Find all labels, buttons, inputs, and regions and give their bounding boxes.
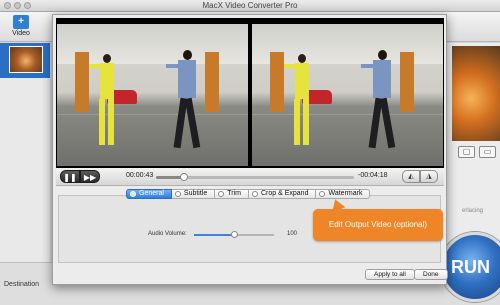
fast-forward-button[interactable]: ▶▶ — [80, 170, 100, 183]
output-video — [252, 24, 443, 166]
tab-radio-icon — [174, 191, 181, 197]
tab-label: Trim — [227, 190, 241, 197]
thumbnail-image — [9, 46, 43, 73]
audio-volume-slider[interactable] — [194, 231, 274, 238]
playback-buttons: ❚❚ ▶▶ — [60, 170, 100, 183]
video-preview — [56, 18, 444, 168]
tab-subtitle[interactable]: Subtitle — [171, 189, 216, 199]
preview-buttons: ▢ ▭ — [458, 146, 496, 158]
tab-radio-icon — [319, 191, 326, 197]
tab-radio-icon — [252, 191, 258, 197]
seek-handle[interactable] — [179, 173, 188, 181]
tab-label: General — [139, 190, 164, 197]
app-titlebar: MacX Video Converter Pro — [0, 0, 500, 12]
tab-label: Watermark — [328, 190, 363, 197]
tab-radio-icon — [218, 191, 225, 197]
window-controls[interactable] — [4, 2, 31, 9]
apply-to-all-button[interactable]: Apply to all — [365, 269, 415, 280]
tab-label: Crop & Expand — [261, 190, 309, 197]
tab-trim[interactable]: Trim — [215, 189, 249, 199]
edit-tabs: General Subtitle Trim Crop & Expand Wate… — [126, 189, 371, 199]
audio-volume-fill — [194, 234, 234, 236]
tab-crop-expand[interactable]: Crop & Expand — [249, 189, 317, 199]
edit-output-callout: Edit Output Video (optional) — [313, 209, 443, 241]
original-video — [57, 24, 248, 166]
file-thumbnail[interactable] — [0, 43, 50, 78]
add-video-label: Video — [12, 30, 30, 37]
audio-volume-handle[interactable] — [231, 231, 238, 238]
rotate-icon[interactable]: ◭ — [402, 170, 420, 183]
tab-general[interactable]: General — [126, 189, 172, 199]
done-button[interactable]: Done — [414, 269, 448, 280]
tab-radio-icon — [130, 191, 136, 197]
deinterlacing-label: erlacing — [462, 208, 484, 214]
pause-button[interactable]: ❚❚ — [60, 170, 80, 183]
current-time: 00:00:43 — [126, 172, 154, 179]
tab-label: Subtitle — [183, 190, 208, 197]
folder-icon[interactable]: ▭ — [479, 146, 496, 158]
preview-image — [452, 46, 500, 141]
add-video-button[interactable]: + Video — [6, 14, 36, 42]
seek-bar[interactable] — [156, 173, 354, 181]
tab-watermark[interactable]: Watermark — [316, 189, 371, 199]
transform-buttons: ◭ ◮ — [402, 170, 438, 183]
film-icon: + — [13, 15, 29, 29]
audio-volume-value: 100 — [287, 231, 298, 237]
audio-volume-label: Audio Volume: — [148, 231, 187, 237]
playback-controls: ❚❚ ▶▶ 00:00:43 -00:04:18 ◭ ◮ — [56, 168, 444, 186]
app-title: MacX Video Converter Pro — [202, 1, 298, 10]
remaining-time: -00:04:18 — [358, 172, 388, 179]
flip-icon[interactable]: ◮ — [420, 170, 438, 183]
destination-label: Destination — [4, 281, 40, 288]
snapshot-icon[interactable]: ▢ — [458, 146, 475, 158]
